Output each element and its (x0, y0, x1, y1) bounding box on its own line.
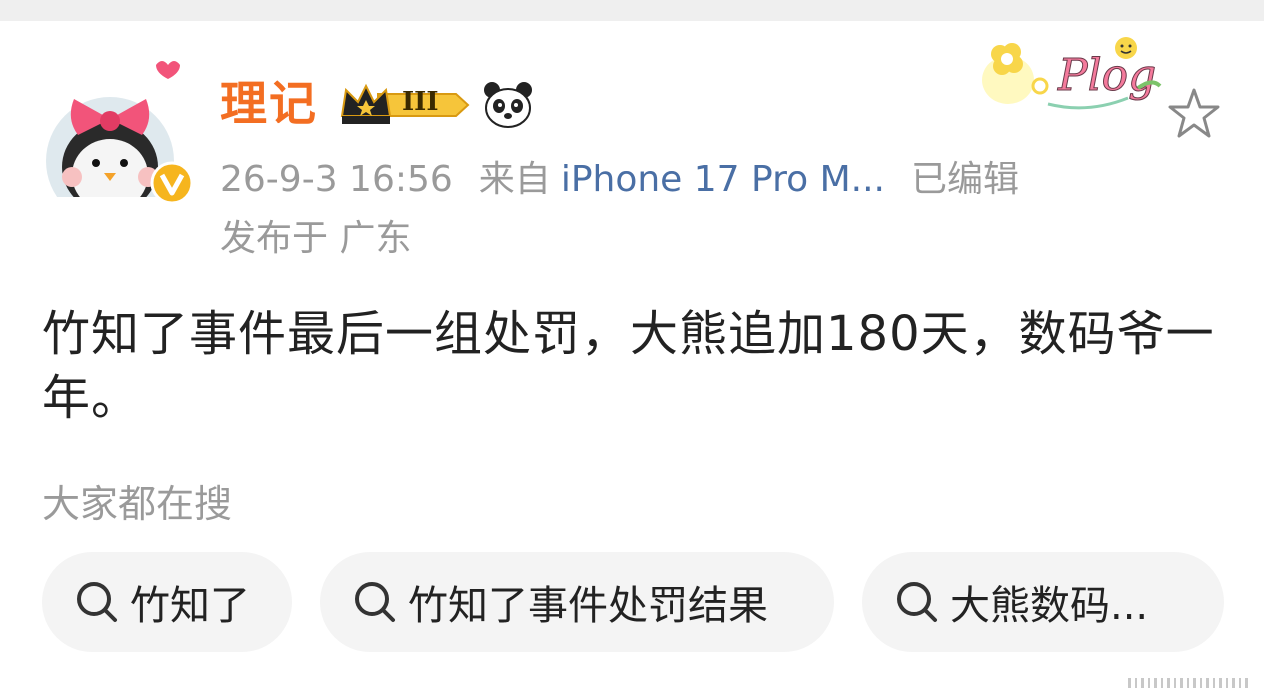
watermark-bars (1128, 678, 1248, 688)
avatar[interactable] (46, 49, 194, 225)
level-badge[interactable]: III (338, 80, 470, 130)
search-chip[interactable]: 竹知了 (42, 552, 292, 652)
search-icon (77, 582, 117, 622)
bow-icon (70, 61, 180, 135)
search-chip-label: 竹知了事件处罚结果 (408, 583, 768, 629)
level-badge-label: III (402, 87, 439, 117)
source-prefix: 来自 (478, 159, 551, 200)
plog-label: Plog (1057, 50, 1156, 101)
search-icon (355, 582, 395, 622)
search-icon (897, 582, 937, 622)
panda-icon (482, 80, 534, 130)
search-chip-label: 竹知了 (130, 583, 250, 629)
username[interactable]: 理记 (220, 75, 318, 135)
post-timestamp: 26-9-3 16:56 (220, 159, 453, 200)
star-icon (1168, 88, 1220, 138)
verified-v-icon (150, 161, 194, 205)
post-location: 发布于 广东 (220, 218, 412, 259)
post-meta: 26-9-3 16:56 来自 iPhone 17 Pro M... 已编辑 (220, 155, 1045, 205)
favorite-star-button[interactable] (1166, 86, 1222, 142)
search-chip-label: 大熊数码... (950, 583, 1149, 629)
search-chip[interactable]: 大熊数码... (862, 552, 1224, 652)
search-chip[interactable]: 竹知了事件处罚结果 (320, 552, 834, 652)
trending-search-title: 大家都在搜 (42, 482, 233, 526)
edited-label[interactable]: 已编辑 (911, 159, 1019, 200)
plog-sticker: Plog (978, 30, 1168, 114)
device-link[interactable]: iPhone 17 Pro M... (561, 159, 885, 200)
post-content: 竹知了事件最后一组处罚，大熊追加180天，数码爷一年。 (42, 306, 1215, 426)
top-bar (0, 0, 1264, 21)
